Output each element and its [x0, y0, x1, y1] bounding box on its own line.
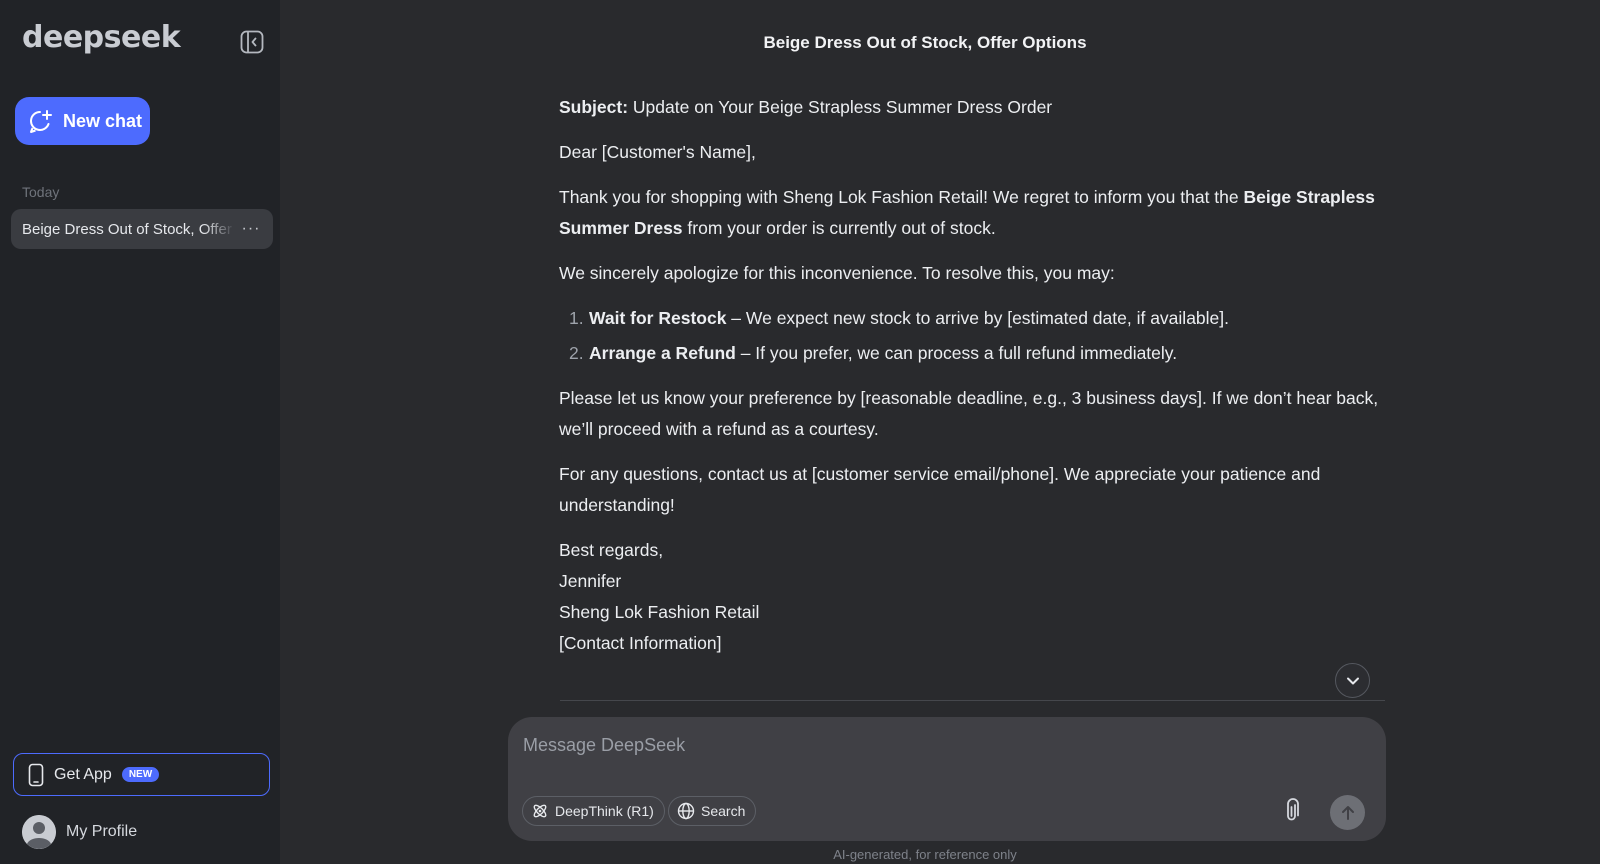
greeting: Dear [Customer's Name],	[559, 142, 756, 162]
search-toggle[interactable]: Search	[668, 796, 757, 826]
phone-icon	[28, 763, 44, 786]
send-button[interactable]	[1330, 795, 1365, 830]
avatar-icon	[22, 815, 56, 849]
history-item[interactable]: Beige Dress Out of Stock, Offer Options …	[11, 209, 273, 249]
chat-main: Beige Dress Out of Stock, Offer Options …	[280, 0, 1600, 864]
app-window: deepseek New chat Today Beige Dress Out …	[0, 0, 1600, 864]
option-title: Wait for Restock	[589, 308, 727, 328]
divider	[560, 700, 1385, 701]
option-text: – If you prefer, we can process a full r…	[735, 343, 1178, 363]
paragraph-apology: We sincerely apologize for this inconven…	[559, 263, 1115, 283]
new-chat-label: New chat	[63, 110, 143, 131]
message-composer: DeepThink (R1) Search	[508, 717, 1386, 841]
arrow-up-icon	[1341, 805, 1354, 820]
collapse-sidebar-button[interactable]	[238, 28, 266, 56]
paragraph-contact: For any questions, contact us at [custom…	[559, 464, 1321, 515]
chat-title: Beige Dress Out of Stock, Offer Options	[763, 33, 1087, 52]
assistant-message: Subject: Update on Your Beige Strapless …	[559, 92, 1389, 659]
paragraph-deadline: Please let us know your preference by [r…	[559, 388, 1379, 439]
get-app-button[interactable]: Get App NEW	[13, 753, 270, 796]
paperclip-icon	[1287, 798, 1299, 821]
new-badge: NEW	[121, 767, 160, 782]
section-label-today: Today	[22, 184, 60, 200]
history-item-title: Beige Dress Out of Stock, Offer Options	[22, 220, 235, 238]
deepthink-label: DeepThink (R1)	[555, 803, 654, 819]
search-label: Search	[701, 803, 746, 819]
ai-disclaimer: AI-generated, for reference only	[833, 847, 1017, 862]
deepthink-icon	[533, 804, 547, 818]
my-profile-label: My Profile	[66, 823, 138, 840]
paragraph-intro-text-end: from your order is currently out of stoc…	[682, 218, 996, 238]
new-chat-button[interactable]: New chat	[15, 97, 150, 145]
paragraph-intro-text: Thank you for shopping with Sheng Lok Fa…	[559, 187, 1244, 207]
globe-icon	[677, 802, 695, 820]
sidebar: deepseek New chat Today Beige Dress Out …	[0, 0, 280, 864]
attach-button[interactable]	[1278, 797, 1306, 825]
options-list: 1. Wait for Restock – We expect new stoc…	[559, 303, 1389, 369]
signature-company: Sheng Lok Fashion Retail	[559, 602, 760, 622]
list-number: 1.	[569, 308, 584, 328]
signature-contact: [Contact Information]	[559, 633, 722, 653]
get-app-label: Get App	[54, 765, 112, 783]
subject-label: Subject:	[559, 97, 629, 117]
option-title: Arrange a Refund	[589, 343, 736, 363]
deepthink-toggle[interactable]: DeepThink (R1)	[522, 796, 665, 826]
signature-block: Best regards, Jennifer Sheng Lok Fashion…	[559, 535, 1389, 659]
option-text: – We expect new stock to arrive by [esti…	[726, 308, 1229, 328]
signoff: Best regards,	[559, 540, 664, 560]
list-number: 2.	[569, 343, 584, 363]
my-profile-button[interactable]: My Profile	[22, 815, 137, 849]
subject-text: Update on Your Beige Strapless Summer Dr…	[628, 97, 1053, 117]
chevron-down-icon	[1346, 677, 1359, 684]
logo: deepseek	[22, 20, 181, 55]
new-chat-icon	[30, 110, 52, 133]
list-item: 2. Arrange a Refund – If you prefer, we …	[569, 338, 1389, 369]
list-item: 1. Wait for Restock – We expect new stoc…	[569, 303, 1389, 334]
message-input[interactable]	[523, 730, 1363, 760]
more-icon[interactable]: ···	[241, 220, 261, 238]
signature-name: Jennifer	[559, 571, 622, 591]
collapse-sidebar-icon	[240, 30, 264, 54]
scroll-to-bottom-button[interactable]	[1335, 663, 1370, 698]
paragraph-intro: Thank you for shopping with Sheng Lok Fa…	[559, 182, 1389, 244]
subject-line: Subject: Update on Your Beige Strapless …	[559, 92, 1389, 123]
